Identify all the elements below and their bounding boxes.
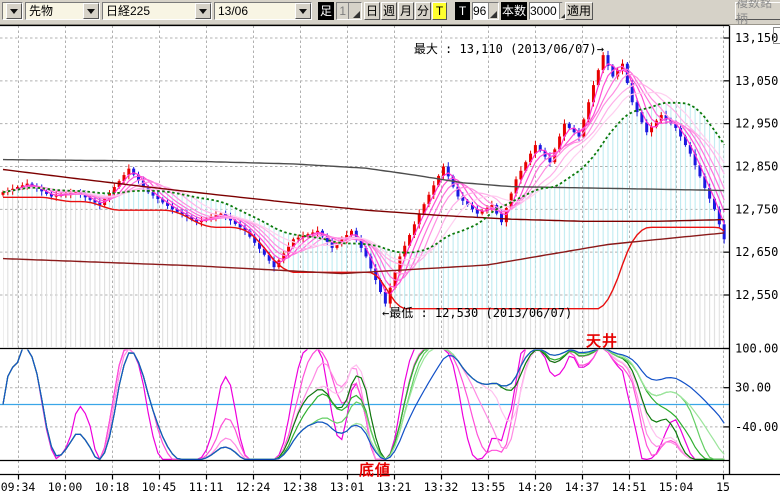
chart-canvas[interactable]: 13,150 13,050 12,950 12,850 12,750 12,650 12,5… <box>0 0 780 500</box>
candle-body <box>500 214 503 223</box>
y-axis-label: 13,050 <box>735 74 778 88</box>
x-axis-label: 10:00 <box>48 480 83 494</box>
pane-resize-handle[interactable] <box>773 27 780 44</box>
y-axis-label: 12,550 <box>735 288 778 302</box>
x-axis-label: 13:32 <box>424 480 459 494</box>
x-axis-label: 11:11 <box>189 480 224 494</box>
chart-app-window: 先物 日経225 13/06 足 1 日 週 月 分 T T 96 本数 300… <box>0 0 780 500</box>
y-axis-label: 12,850 <box>735 159 778 173</box>
x-axis-label: 10:18 <box>95 480 130 494</box>
candle-body <box>447 166 450 176</box>
candle-body <box>350 231 353 235</box>
candle-body <box>442 166 445 175</box>
y-axis-label: 13,150 <box>735 31 778 45</box>
x-axis-label: 13:01 <box>330 480 365 494</box>
y-axis-label: -40.00 <box>735 420 778 434</box>
band-fills <box>3 103 724 347</box>
y-axis-label: 12,650 <box>735 245 778 259</box>
x-axis-label: 09:34 <box>1 480 36 494</box>
y-axis-label: 30.00 <box>735 381 771 395</box>
y-axis-label: 12,750 <box>735 202 778 216</box>
y-axis-label: 100.00 <box>735 342 778 356</box>
ceiling-annotation: 天井 <box>586 330 618 351</box>
y-axis-label: 12,950 <box>735 117 778 131</box>
candle-body <box>568 124 571 128</box>
max-annotation: 最大 : 13,110 (2013/06/07)→ <box>414 40 604 57</box>
x-axis-label: 12:24 <box>236 480 271 494</box>
x-axis-label: 13:21 <box>377 480 412 494</box>
x-axis-label: 14:51 <box>612 480 647 494</box>
x-axis-label: 15 <box>716 480 730 494</box>
x-axis-label: 14:37 <box>565 480 600 494</box>
x-axis-label: 13:55 <box>471 480 506 494</box>
candle-body <box>384 292 387 304</box>
bottom-annotation: 底値 <box>359 459 391 480</box>
x-axis-label: 14:20 <box>518 480 553 494</box>
x-axis-label: 12:38 <box>283 480 318 494</box>
candle-body <box>723 224 726 239</box>
x-axis-label: 10:45 <box>142 480 177 494</box>
candle-body <box>297 238 300 240</box>
min-annotation: ←最低 : 12,530 (2013/06/07) <box>382 304 572 321</box>
oscillator-pane <box>0 349 729 460</box>
x-axis-label: 15:04 <box>659 480 694 494</box>
